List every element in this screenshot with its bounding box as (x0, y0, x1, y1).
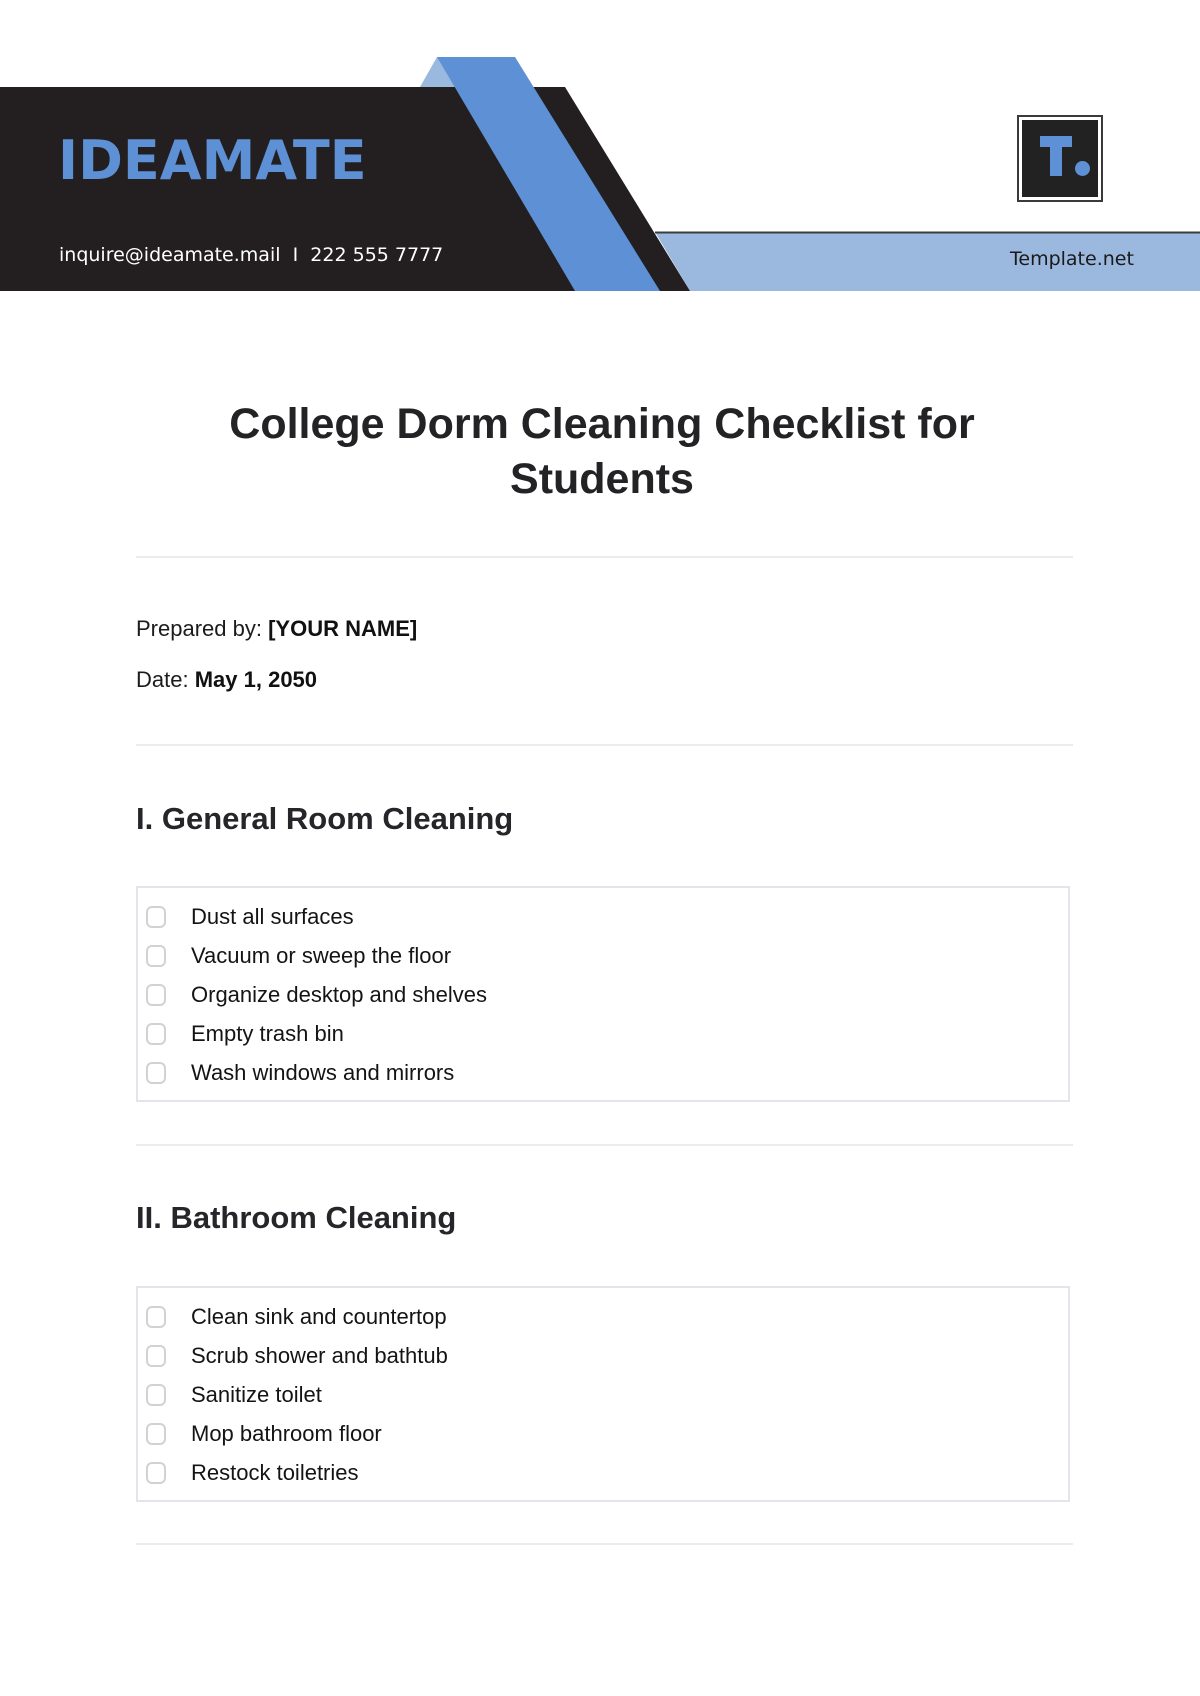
date-value: May 1, 2050 (194, 667, 318, 692)
checklist-item-label: Mop bathroom floor (191, 1420, 382, 1446)
date: Date: May 1, 2050 (136, 669, 317, 691)
checkbox[interactable] (146, 1344, 166, 1367)
logo-t-icon (1022, 120, 1098, 197)
checkbox[interactable] (146, 905, 166, 928)
checklist-item-label: Dust all surfaces (191, 903, 354, 929)
divider (136, 744, 1073, 746)
divider (136, 556, 1073, 558)
checklist-item[interactable]: Mop bathroom floor (138, 1414, 1068, 1453)
checklist-item[interactable]: Wash windows and mirrors (138, 1053, 1068, 1092)
divider (136, 1144, 1073, 1146)
contact-separator: I (292, 244, 299, 266)
checklist-item[interactable]: Empty trash bin (138, 1014, 1068, 1053)
checkbox[interactable] (146, 1305, 166, 1328)
letterhead: IDEAMATE inquire@ideamate.mail I 222 555… (0, 0, 1200, 300)
template-logo (1017, 115, 1103, 202)
page-title: College Dorm Cleaning Checklist for Stud… (229, 400, 975, 503)
checklist-item[interactable]: Organize desktop and shelves (138, 975, 1068, 1014)
contact-phone: 222 555 7777 (310, 244, 444, 266)
checklist-item-label: Organize desktop and shelves (191, 981, 487, 1007)
site-name: Template.net (1010, 248, 1134, 270)
contact-line: inquire@ideamate.mail I 222 555 7777 (59, 246, 443, 265)
checklist-item-label: Sanitize toilet (191, 1381, 322, 1407)
checklist-item-label: Empty trash bin (191, 1020, 344, 1046)
divider (136, 1543, 1073, 1545)
checkbox[interactable] (146, 1422, 166, 1445)
checklist-item-label: Scrub shower and bathtub (191, 1342, 448, 1368)
checklist-bathroom: Clean sink and countertop Scrub shower a… (136, 1286, 1070, 1502)
checklist-item[interactable]: Vacuum or sweep the floor (138, 936, 1068, 975)
company-name: IDEAMATE (58, 129, 367, 192)
prepared-by: Prepared by: [YOUR NAME] (136, 618, 417, 640)
checklist-general-room: Dust all surfaces Vacuum or sweep the fl… (136, 886, 1070, 1102)
date-label: Date: (136, 667, 189, 692)
checklist-item-label: Restock toiletries (191, 1459, 359, 1485)
section-heading-general-room: I. General Room Cleaning (136, 801, 514, 836)
checklist-item[interactable]: Restock toiletries (138, 1453, 1068, 1492)
checkbox[interactable] (146, 1022, 166, 1045)
checklist-item-label: Wash windows and mirrors (191, 1059, 455, 1085)
checklist-item-label: Vacuum or sweep the floor (191, 942, 452, 968)
checklist-item-label: Clean sink and countertop (191, 1303, 447, 1329)
section-heading-bathroom: II. Bathroom Cleaning (136, 1200, 457, 1235)
checkbox[interactable] (146, 1383, 166, 1406)
checklist-item[interactable]: Clean sink and countertop (138, 1297, 1068, 1336)
checklist-item[interactable]: Sanitize toilet (138, 1375, 1068, 1414)
checkbox[interactable] (146, 1061, 166, 1084)
checkbox[interactable] (146, 983, 166, 1006)
prepared-by-value: [YOUR NAME] (268, 616, 418, 641)
checkbox[interactable] (146, 1461, 166, 1484)
checklist-item[interactable]: Scrub shower and bathtub (138, 1336, 1068, 1375)
checkbox[interactable] (146, 944, 166, 967)
contact-email: inquire@ideamate.mail (59, 244, 281, 266)
prepared-by-label: Prepared by: (136, 616, 262, 641)
checklist-item[interactable]: Dust all surfaces (138, 897, 1068, 936)
